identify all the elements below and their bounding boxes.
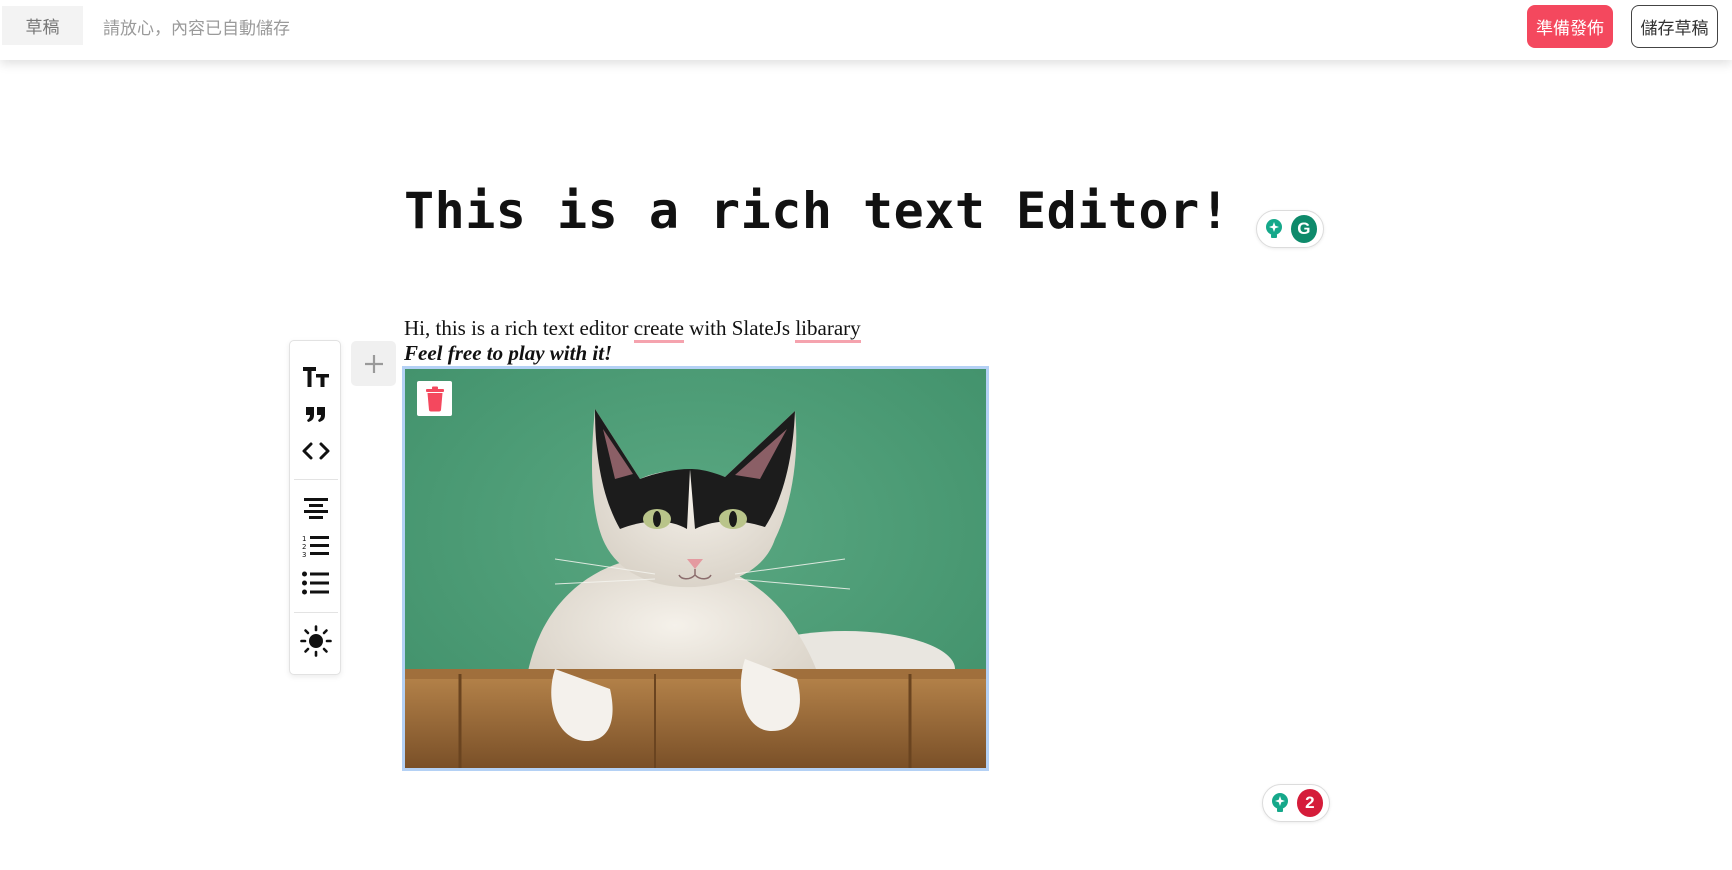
grammarly-issue-count: 2 bbox=[1296, 789, 1323, 817]
autosave-message: 請放心，內容已自動儲存 bbox=[103, 19, 290, 39]
paragraph-text: Hi, this is a rich text editor bbox=[404, 316, 634, 340]
svg-text:1: 1 bbox=[302, 535, 306, 543]
grammarly-bulb-icon bbox=[1269, 791, 1292, 815]
save-draft-button[interactable]: 儲存草稿 bbox=[1631, 5, 1718, 48]
block-toolbar: 1 2 3 bbox=[289, 340, 341, 675]
numbered-list-icon: 1 2 3 bbox=[302, 535, 329, 559]
spelling-flagged-word[interactable]: libarary bbox=[795, 316, 861, 343]
draft-status-tag: 草稿 bbox=[2, 6, 83, 45]
toolbar-divider bbox=[294, 479, 338, 480]
spelling-flagged-word[interactable]: create bbox=[633, 316, 684, 343]
quote-icon bbox=[306, 407, 325, 422]
theme-toggle-button[interactable] bbox=[298, 624, 334, 658]
delete-image-button[interactable] bbox=[417, 381, 452, 416]
svg-text:3: 3 bbox=[302, 551, 306, 559]
add-block-button[interactable] bbox=[351, 341, 396, 386]
code-button[interactable] bbox=[298, 434, 334, 468]
grammarly-badge-body[interactable]: 2 bbox=[1262, 784, 1330, 822]
quote-button[interactable] bbox=[298, 397, 334, 431]
align-center-button[interactable] bbox=[298, 492, 334, 526]
trash-icon bbox=[425, 386, 444, 411]
publish-button[interactable]: 準備發佈 bbox=[1527, 5, 1613, 48]
top-bar: 草稿 請放心，內容已自動儲存 準備發佈 儲存草稿 bbox=[0, 0, 1732, 60]
image-block[interactable] bbox=[402, 366, 989, 771]
cat-photo bbox=[405, 369, 986, 768]
text-size-icon bbox=[303, 367, 329, 387]
grammarly-badge-title[interactable]: G bbox=[1256, 210, 1324, 248]
svg-text:2: 2 bbox=[302, 543, 306, 551]
bulleted-list-button[interactable] bbox=[298, 566, 334, 600]
text-size-button[interactable] bbox=[298, 360, 334, 394]
theme-toggle-icon bbox=[300, 625, 332, 657]
numbered-list-button[interactable]: 1 2 3 bbox=[298, 529, 334, 563]
emphasis-line[interactable]: Feel free to play with it! bbox=[404, 341, 612, 366]
editor-paragraph[interactable]: Hi, this is a rich text editor create wi… bbox=[404, 316, 861, 343]
grammarly-bulb-icon bbox=[1263, 217, 1286, 241]
paragraph-text: with SlateJs bbox=[683, 316, 796, 340]
align-center-icon bbox=[304, 498, 328, 519]
code-icon bbox=[302, 442, 330, 460]
toolbar-divider bbox=[294, 612, 338, 613]
editor-title[interactable]: This is a rich text Editor! bbox=[404, 182, 1230, 240]
plus-icon bbox=[364, 354, 383, 373]
grammarly-logo-icon: G bbox=[1290, 215, 1317, 243]
bulleted-list-icon bbox=[302, 571, 329, 595]
